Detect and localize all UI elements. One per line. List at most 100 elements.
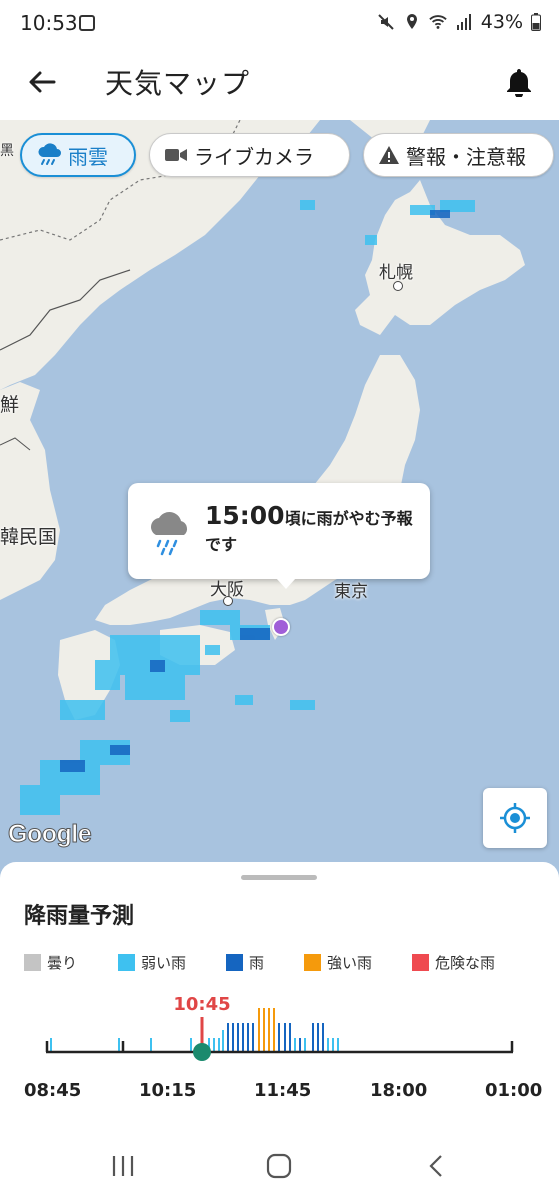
bell-icon bbox=[507, 69, 531, 97]
timeline-bar bbox=[312, 1023, 314, 1052]
legend-swatch bbox=[226, 954, 243, 971]
timeline-bar bbox=[304, 1038, 306, 1052]
mute-icon bbox=[378, 14, 394, 30]
axis-label: 18:00 bbox=[370, 1080, 428, 1101]
axis-label: 10:15 bbox=[139, 1080, 197, 1101]
timeline-bar bbox=[50, 1038, 52, 1052]
sheet-drag-handle[interactable] bbox=[241, 875, 317, 880]
popup-message: 15:00頃に雨がやむ予報です bbox=[205, 503, 420, 558]
legend-swatch bbox=[118, 954, 135, 971]
timeline-bar bbox=[247, 1023, 249, 1052]
timeline-bar bbox=[327, 1038, 329, 1052]
forecast-title: 降雨量予測 bbox=[24, 904, 135, 929]
legend-item-heavy-rain: 強い雨 bbox=[304, 952, 372, 973]
now-time-label: 10:45 bbox=[173, 994, 230, 1015]
home-icon bbox=[266, 1153, 292, 1179]
timeline-bar bbox=[289, 1023, 291, 1052]
arrow-left-icon bbox=[29, 71, 56, 93]
timeline-bar bbox=[252, 1023, 254, 1052]
crosshair-icon bbox=[500, 803, 530, 833]
filter-chip-label: ライブカメラ bbox=[194, 144, 314, 169]
timeline-bar bbox=[284, 1023, 286, 1052]
axis-label: 01:00 bbox=[485, 1080, 543, 1101]
filter-chip-label: 雨雲 bbox=[68, 144, 108, 169]
legend-swatch bbox=[24, 954, 41, 971]
axis-label: 11:45 bbox=[254, 1080, 312, 1101]
legend-item-cloudy: 曇り bbox=[24, 952, 77, 973]
now-marker[interactable] bbox=[193, 1043, 211, 1061]
timeline-bar bbox=[242, 1023, 244, 1052]
timeline-bar bbox=[237, 1023, 239, 1052]
chevron-left-icon bbox=[429, 1155, 442, 1177]
location-icon bbox=[406, 14, 417, 29]
timeline-bar bbox=[317, 1023, 319, 1052]
timeline-bar bbox=[222, 1030, 224, 1052]
timeline-bar bbox=[263, 1008, 265, 1052]
legend-swatch bbox=[304, 954, 321, 971]
timeline-bar bbox=[190, 1038, 192, 1052]
legend-label: 雨 bbox=[249, 954, 265, 972]
recent-apps-icon bbox=[112, 1156, 134, 1176]
axis-label: 08:45 bbox=[24, 1080, 82, 1101]
rain-timeline-graphic: 10:45 bbox=[45, 994, 514, 1061]
filter-chip-live-camera[interactable]: ライブカメラ bbox=[149, 133, 350, 177]
rain-cloud-icon bbox=[151, 512, 188, 556]
status-time: 10:53 bbox=[20, 11, 78, 35]
timeline-bar bbox=[258, 1008, 260, 1052]
wifi-icon bbox=[429, 15, 447, 29]
app-bar: 天気マップ bbox=[0, 48, 559, 120]
timeline-bar bbox=[299, 1038, 301, 1052]
notification-button[interactable] bbox=[499, 62, 539, 102]
weather-map[interactable]: 雨雲 ライブカメラ 警報・注意報 黑 札幌 鮮 韓民国 大阪 東京 15:00頃… bbox=[0, 120, 559, 880]
current-location-marker[interactable] bbox=[272, 618, 290, 636]
timeline-bar bbox=[118, 1038, 120, 1052]
timeline-bar bbox=[213, 1038, 215, 1052]
timeline-bar bbox=[337, 1038, 339, 1052]
recent-apps-button[interactable] bbox=[103, 1150, 143, 1182]
google-attribution: Google bbox=[7, 820, 92, 849]
legend-label: 強い雨 bbox=[327, 954, 373, 972]
battery-percent: 43% bbox=[480, 11, 523, 33]
signal-icon bbox=[456, 14, 471, 30]
timeline-bar bbox=[227, 1023, 229, 1052]
warning-icon bbox=[379, 146, 399, 164]
legend-item-dangerous-rain: 危険な雨 bbox=[412, 952, 495, 973]
timeline-bar bbox=[232, 1023, 234, 1052]
legend-label: 弱い雨 bbox=[141, 954, 187, 972]
rain-timeline[interactable]: 10:45 08:45 10:15 11:45 18:00 01:00 bbox=[0, 990, 559, 1130]
filter-chip-rain-cloud[interactable]: 雨雲 bbox=[20, 133, 136, 177]
popup-tail bbox=[276, 578, 296, 589]
city-label-sapporo: 札幌 bbox=[379, 263, 413, 283]
city-label-tokyo: 東京 bbox=[334, 582, 368, 602]
page-title: 天気マップ bbox=[105, 67, 251, 100]
timeline-bar bbox=[273, 1008, 275, 1052]
back-nav-button[interactable] bbox=[416, 1150, 456, 1182]
legend-label: 危険な雨 bbox=[435, 954, 496, 972]
rain-forecast-popup[interactable]: 15:00頃に雨がやむ予報です bbox=[128, 483, 430, 589]
city-label-top-left: 黑 bbox=[0, 143, 14, 159]
legend-swatch bbox=[412, 954, 429, 971]
battery-icon bbox=[531, 13, 541, 31]
timeline-bar bbox=[332, 1038, 334, 1052]
city-dot-sapporo bbox=[393, 281, 403, 291]
status-bar: 10:53 43% bbox=[0, 0, 559, 48]
city-label-south-korea: 韓民国 bbox=[0, 526, 58, 548]
filter-chip-label: 警報・注意報 bbox=[406, 144, 526, 169]
home-button[interactable] bbox=[259, 1150, 299, 1182]
my-location-button[interactable] bbox=[483, 788, 547, 848]
popup-time: 15:00 bbox=[205, 501, 285, 530]
city-label-north-korea: 鮮 bbox=[0, 394, 20, 416]
filter-chip-warnings[interactable]: 警報・注意報 bbox=[363, 133, 554, 177]
timeline-bar bbox=[218, 1038, 220, 1052]
city-dot-osaka bbox=[223, 596, 233, 606]
back-button[interactable] bbox=[24, 64, 60, 100]
rain-cloud-icon bbox=[38, 143, 61, 165]
system-nav-bar bbox=[0, 1132, 559, 1200]
video-camera-icon bbox=[165, 149, 187, 161]
image-icon bbox=[79, 15, 95, 31]
status-icons: 43% bbox=[377, 11, 541, 33]
timeline-bar bbox=[322, 1023, 324, 1052]
legend-label: 曇り bbox=[47, 954, 78, 972]
legend-item-rain: 雨 bbox=[226, 952, 264, 973]
timeline-bar bbox=[268, 1008, 270, 1052]
